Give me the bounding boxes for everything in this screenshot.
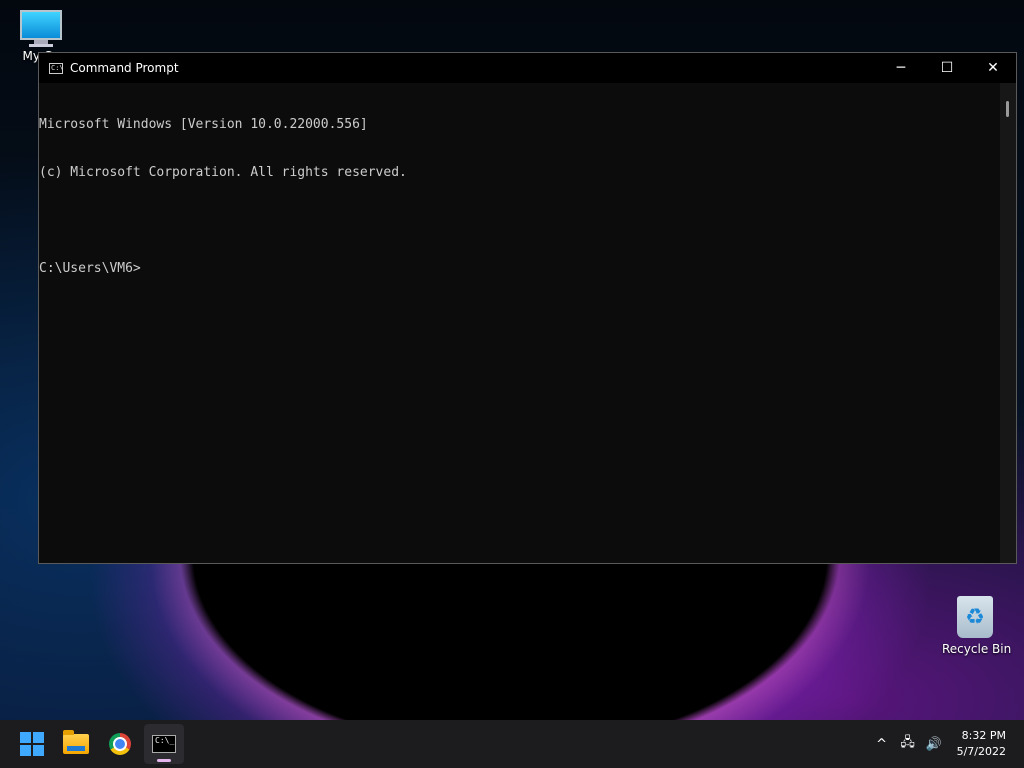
chevron-up-icon[interactable]: ^ <box>869 737 895 752</box>
taskbar-command-prompt[interactable]: C:\_ <box>144 724 184 764</box>
chrome-icon <box>109 733 131 755</box>
desktop-icon-label: Recycle Bin <box>942 642 1012 656</box>
windows-logo-icon <box>20 732 44 756</box>
console-line: Microsoft Windows [Version 10.0.22000.55… <box>39 117 368 132</box>
clock-time: 8:32 PM <box>961 729 1006 742</box>
close-button[interactable]: ✕ <box>970 53 1016 83</box>
taskbar: C:\_ ^ 🖧 🔊 8:32 PM 5/7/2022 <box>0 720 1024 768</box>
taskbar-chrome[interactable] <box>100 724 140 764</box>
desktop-icon-recycle-bin[interactable]: ♻ Recycle Bin <box>942 596 1012 656</box>
cmd-icon: C:\_ <box>152 735 176 753</box>
system-tray: ^ 🖧 🔊 8:32 PM 5/7/2022 <box>869 728 1024 760</box>
taskbar-clock[interactable]: 8:32 PM 5/7/2022 <box>957 728 1006 760</box>
monitor-icon <box>20 10 62 40</box>
start-button[interactable] <box>12 724 52 764</box>
title-bar[interactable]: C:\ Command Prompt ─ ☐ ✕ <box>39 53 1016 83</box>
clock-date: 5/7/2022 <box>956 745 1006 758</box>
maximize-button[interactable]: ☐ <box>924 53 970 83</box>
window-title: Command Prompt <box>70 61 179 75</box>
volume-icon[interactable]: 🔊 <box>921 737 947 752</box>
vertical-scrollbar[interactable] <box>1000 83 1016 563</box>
console-prompt[interactable]: C:\Users\VM6> <box>39 261 1000 277</box>
taskbar-file-explorer[interactable] <box>56 724 96 764</box>
console-output[interactable]: Microsoft Windows [Version 10.0.22000.55… <box>39 83 1000 563</box>
recycle-bin-icon: ♻ <box>957 596 993 638</box>
minimize-button[interactable]: ─ <box>878 53 924 83</box>
cmd-icon: C:\ <box>49 62 64 74</box>
scrollbar-thumb[interactable] <box>1006 101 1009 117</box>
console-line: (c) Microsoft Corporation. All rights re… <box>39 165 407 180</box>
network-icon[interactable]: 🖧 <box>895 733 921 755</box>
folder-icon <box>63 730 89 754</box>
command-prompt-window[interactable]: C:\ Command Prompt ─ ☐ ✕ Microsoft Windo… <box>38 52 1017 564</box>
